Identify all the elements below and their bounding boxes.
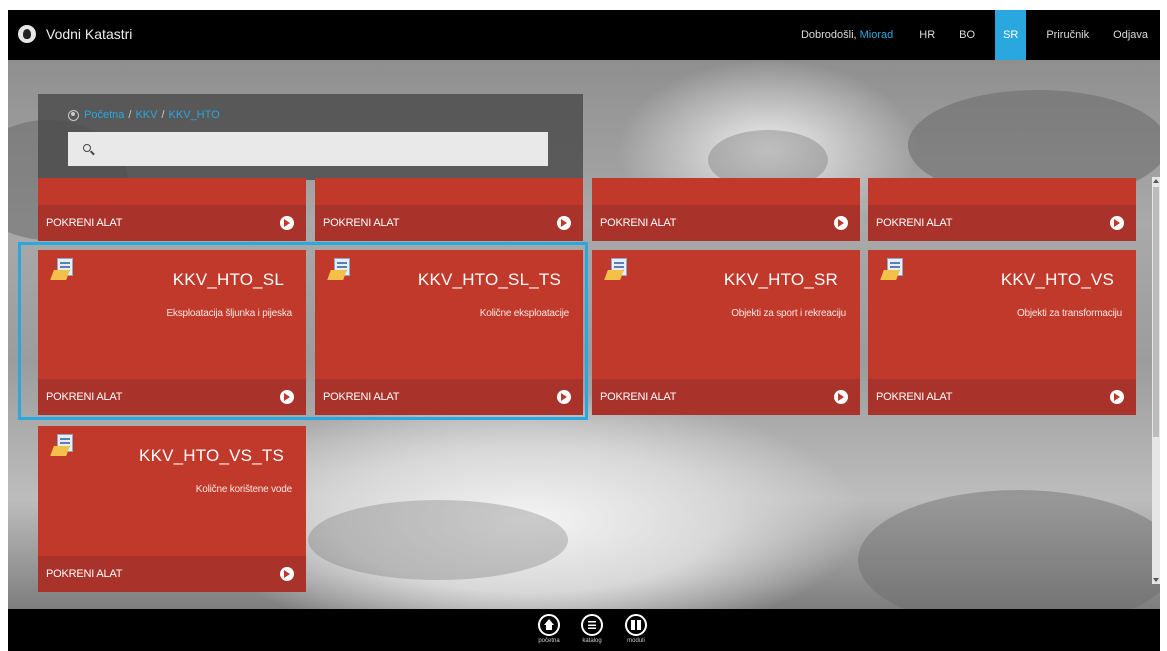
bottom-nav-label: katalog [582,638,602,644]
tool-tile-kkv-hto-vs[interactable]: KKV_HTO_VS Objekti za transformaciju POK… [868,250,1136,415]
document-edit-icon [50,434,76,460]
document-edit-icon [880,258,906,284]
tile-subtitle: Količne korištene vode [195,484,292,495]
search-box [68,132,548,166]
user-circle-icon [68,109,79,121]
tile-footer[interactable]: POKRENI ALAT [592,379,860,415]
arrow-circle-right-icon[interactable] [1110,216,1124,230]
language-hr[interactable]: HR [907,10,947,60]
breadcrumb-item[interactable]: KKV [135,109,157,121]
tile-title: KKV_HTO_VS [1000,270,1114,289]
app-frame: Vodni Katastri Dobrodošli, Miorad HR BO … [8,10,1160,651]
top-bar: Vodni Katastri Dobrodošli, Miorad HR BO … [8,10,1160,60]
manual-link[interactable]: Priručnik [1034,10,1101,60]
run-tool-label: POKRENI ALAT [323,217,400,229]
run-tool-label: POKRENI ALAT [600,217,677,229]
arrow-circle-right-icon[interactable] [834,216,848,230]
tool-tile[interactable]: POKRENI ALAT [38,178,306,241]
background-landscape-image: Početna / KKV / KKV_HTO POKRENI ALAT POK… [8,60,1160,609]
tile-subtitle: Objekti za transformaciju [1016,308,1122,319]
tile-footer[interactable]: POKRENI ALAT [868,205,1136,241]
breadcrumb-separator: / [128,109,132,121]
logout-link[interactable]: Odjava [1101,10,1160,60]
tool-tile[interactable]: POKRENI ALAT [868,178,1136,241]
run-tool-label: POKRENI ALAT [46,217,123,229]
tile-title: KKV_HTO_VS_TS [139,446,284,465]
grid-icon [625,614,647,636]
top-nav: Dobrodošli, Miorad HR BO SR Priručnik Od… [801,10,1160,60]
tile-footer[interactable]: POKRENI ALAT [315,205,583,241]
vertical-scrollbar[interactable] [1152,177,1160,584]
home-button[interactable]: početna [534,614,564,650]
app-title[interactable]: Vodni Katastri [46,26,132,42]
breadcrumb-separator: / [161,109,165,121]
app-logo-icon[interactable] [18,25,36,43]
bottom-nav-label: početna [538,638,560,644]
modules-button[interactable]: moduli [621,614,651,650]
bottom-nav-label: moduli [627,638,645,644]
list-icon [581,614,603,636]
search-icon [83,144,91,152]
breadcrumb: Početna / KKV / KKV_HTO [68,109,220,121]
run-tool-label: POKRENI ALAT [46,568,123,580]
background-rock [858,490,1160,609]
run-tool-label: POKRENI ALAT [600,391,677,403]
arrow-circle-right-icon[interactable] [557,216,571,230]
arrow-circle-right-icon[interactable] [1110,390,1124,404]
tile-footer[interactable]: POKRENI ALAT [868,379,1136,415]
language-bo[interactable]: BO [947,10,987,60]
search-panel: Početna / KKV / KKV_HTO [38,94,583,180]
user-name-link[interactable]: Miorad [860,29,894,41]
breadcrumb-item[interactable]: Početna [84,109,124,121]
run-tool-label: POKRENI ALAT [876,391,953,403]
selection-highlight-frame [18,242,588,420]
tile-footer[interactable]: POKRENI ALAT [38,205,306,241]
welcome-prefix: Dobrodošli, [800,29,857,41]
tile-title: KKV_HTO_SR [723,270,838,289]
scroll-down-arrow-icon[interactable] [1152,576,1160,584]
tool-tile[interactable]: POKRENI ALAT [592,178,860,241]
tile-footer[interactable]: POKRENI ALAT [38,556,306,592]
tool-tile-kkv-hto-vs-ts[interactable]: KKV_HTO_VS_TS Količne korištene vode POK… [38,426,306,592]
arrow-circle-right-icon[interactable] [834,390,848,404]
scroll-up-arrow-icon[interactable] [1152,177,1160,185]
scrollbar-thumb[interactable] [1153,187,1159,437]
arrow-circle-right-icon[interactable] [280,216,294,230]
background-rock [308,500,568,580]
bottom-nav-bar: početna katalog moduli [8,609,1160,651]
search-input[interactable] [102,132,542,166]
breadcrumb-item-current: KKV_HTO [168,109,220,121]
catalog-button[interactable]: katalog [577,614,607,650]
welcome-text: Dobrodošli, Miorad [801,29,893,41]
language-sr[interactable]: SR [995,10,1027,60]
run-tool-label: POKRENI ALAT [876,217,953,229]
document-edit-icon [604,258,630,284]
tile-footer[interactable]: POKRENI ALAT [592,205,860,241]
tool-tile-kkv-hto-sr[interactable]: KKV_HTO_SR Objekti za sport i rekreaciju… [592,250,860,415]
tool-tile[interactable]: POKRENI ALAT [315,178,583,241]
tile-subtitle: Objekti za sport i rekreaciju [731,308,846,319]
home-icon [538,614,560,636]
arrow-circle-right-icon[interactable] [280,567,294,581]
